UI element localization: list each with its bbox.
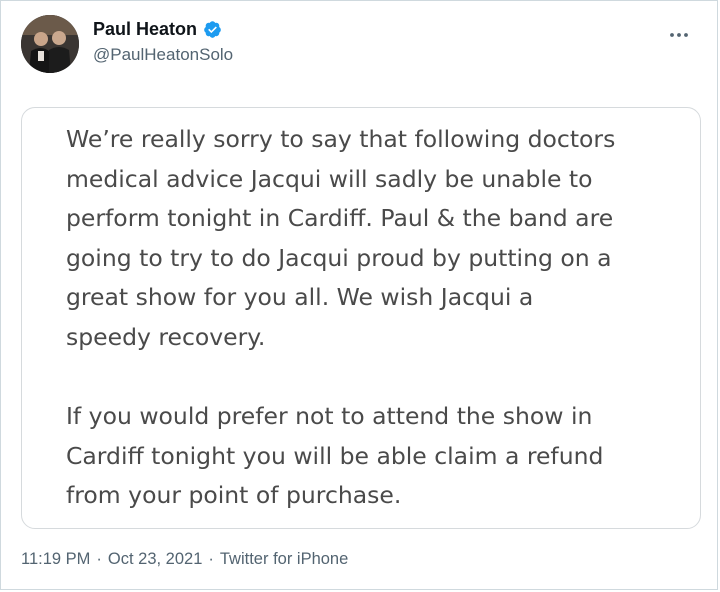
avatar-photo — [21, 15, 79, 73]
statement-paragraph-2: If you would prefer not to attend the sh… — [66, 402, 604, 510]
separator-dot: · — [96, 550, 102, 568]
tweet-source[interactable]: Twitter for iPhone — [220, 550, 348, 569]
tweet-time[interactable]: 11:19 PM — [21, 550, 90, 569]
statement-image[interactable]: We’re really sorry to say that following… — [21, 107, 701, 529]
tweet-date[interactable]: Oct 23, 2021 — [108, 550, 202, 569]
tweet-metadata: 11:19 PM · Oct 23, 2021 · Twitter for iP… — [21, 550, 348, 569]
tweet-header: Paul Heaton @PaulHeatonSolo — [21, 15, 697, 75]
author-handle[interactable]: @PaulHeatonSolo — [93, 45, 233, 65]
separator-dot: · — [208, 550, 214, 568]
tweet-card: Paul Heaton @PaulHeatonSolo We’re really… — [0, 0, 718, 590]
avatar[interactable] — [21, 15, 79, 73]
author-name[interactable]: Paul Heaton — [93, 19, 197, 40]
author-name-row: Paul Heaton — [93, 19, 222, 40]
verified-badge-icon — [203, 20, 222, 39]
statement-paragraph-1: We’re really sorry to say that following… — [66, 125, 616, 351]
more-options-icon[interactable] — [665, 21, 693, 49]
